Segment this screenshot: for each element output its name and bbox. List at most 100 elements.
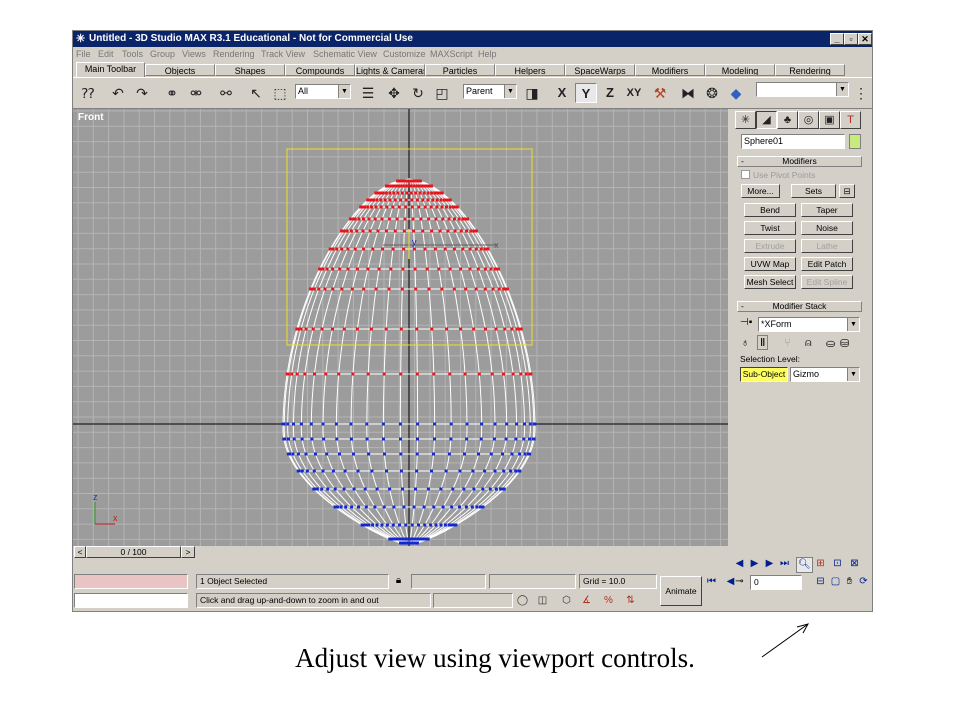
pivot-center-icon[interactable]: ◨	[521, 83, 543, 103]
coord-system-dropdown[interactable]: Parent ▼	[463, 84, 517, 99]
maximize-button[interactable]: ▫	[844, 33, 858, 45]
bend-button[interactable]: Bend	[744, 203, 796, 217]
edit-patch-button[interactable]: Edit Patch	[801, 257, 853, 271]
frame-prev-icon[interactable]: ◀	[732, 557, 747, 571]
unlink-icon[interactable]: ⚮	[185, 83, 207, 103]
tab-helpers[interactable]: Helpers	[495, 64, 565, 76]
maxscript-listener-field[interactable]	[74, 574, 188, 589]
move-icon[interactable]: ✥	[383, 83, 405, 103]
percent-snap-icon[interactable]: %	[601, 594, 616, 608]
tab-lights-cameras[interactable]: Lights & Cameras	[355, 64, 425, 76]
spinner-snap-icon[interactable]: ⇅	[623, 594, 638, 608]
time-slider[interactable]: < 0 / 100 >	[73, 546, 728, 558]
coord-x-field[interactable]	[411, 574, 486, 589]
modifiers-rollout-header[interactable]: - Modifiers	[737, 156, 862, 167]
motion-tab-icon[interactable]: ◎	[798, 111, 819, 129]
close-button[interactable]: ✕	[858, 33, 872, 45]
coord-y-field[interactable]	[489, 574, 576, 589]
bind-spacewarp-icon[interactable]: ⚯	[215, 83, 237, 103]
select-object-icon[interactable]: ↖	[245, 83, 267, 103]
tab-shapes[interactable]: Shapes	[215, 64, 285, 76]
taper-button[interactable]: Taper	[801, 203, 853, 217]
undo-icon[interactable]: ↶	[107, 83, 129, 103]
angle-snap-icon[interactable]: ∡	[579, 594, 594, 608]
menu-views[interactable]: Views	[182, 47, 206, 61]
active-inactive-icon[interactable]: ♁	[741, 337, 749, 349]
help-icon[interactable]: ⁇	[77, 83, 99, 103]
edit-spline-button[interactable]: Edit Spline	[801, 275, 853, 289]
twist-button[interactable]: Twist	[744, 221, 796, 235]
make-unique-icon[interactable]: ⑂	[784, 337, 791, 349]
snap-toggle-icon[interactable]: ⬡	[559, 594, 574, 608]
pin-stack-icon[interactable]: ⊣▪	[740, 317, 752, 328]
show-end-result-icon[interactable]: Ⅱ	[757, 335, 769, 350]
scale-icon[interactable]: ◰	[431, 83, 453, 103]
window-crossing-icon[interactable]: ◫	[535, 594, 550, 608]
redo-icon[interactable]: ↷	[131, 83, 153, 103]
object-color-swatch[interactable]	[849, 134, 861, 149]
minimize-button[interactable]: _	[830, 33, 844, 45]
mesh-select-button[interactable]: Mesh Select	[744, 275, 796, 289]
mirror-icon[interactable]: ⧓	[677, 83, 699, 103]
select-by-name-icon[interactable]: ☰	[357, 83, 379, 103]
edit-stack-icon[interactable]: ⛁	[840, 337, 849, 350]
key-mode-icon[interactable]: ⊸	[732, 575, 747, 589]
viewport-label[interactable]: Front	[78, 112, 104, 123]
time-next-button[interactable]: >	[181, 546, 195, 558]
restrict-z-button[interactable]: Z	[599, 83, 621, 103]
tab-objects[interactable]: Objects	[145, 64, 215, 76]
menu-tools[interactable]: Tools	[122, 47, 143, 61]
uvw-map-button[interactable]: UVW Map	[744, 257, 796, 271]
zoom-extents-icon[interactable]: ⊡	[830, 557, 845, 571]
arc-rotate-icon[interactable]: ⟳	[856, 575, 871, 589]
remove-modifier-icon[interactable]: ⍝	[805, 337, 812, 350]
select-link-icon[interactable]: ⚭	[161, 83, 183, 103]
sub-object-button[interactable]: Sub-Object	[740, 367, 788, 382]
create-tab-icon[interactable]: ✳	[735, 111, 756, 129]
trash-icon[interactable]: ⛀	[826, 337, 835, 350]
object-name-field[interactable]: Sphere01	[741, 134, 845, 149]
restrict-y-button[interactable]: Y	[575, 83, 597, 103]
selection-filter-dropdown[interactable]: All ▼	[295, 84, 351, 99]
lock-selection-icon[interactable]: 🔒︎	[391, 574, 406, 588]
menu-file[interactable]: File	[76, 47, 91, 61]
display-tab-icon[interactable]: ▣	[819, 111, 840, 129]
use-pivot-points-checkbox[interactable]: Use Pivot Points	[741, 170, 815, 180]
named-selection-dropdown[interactable]: ▼	[756, 82, 849, 97]
extrude-button[interactable]: Extrude	[744, 239, 796, 253]
menu-maxscript[interactable]: MAXScript	[430, 47, 473, 61]
next-frame-icon[interactable]: ▶	[762, 557, 777, 571]
pan-icon[interactable]: ✋︎	[842, 575, 857, 589]
noise-button[interactable]: Noise	[801, 221, 853, 235]
menu-schematic-view[interactable]: Schematic View	[313, 47, 377, 61]
track-view-icon[interactable]: ⋮	[851, 83, 871, 103]
utilities-tab-icon[interactable]: T	[840, 111, 861, 129]
menu-customize[interactable]: Customize	[383, 47, 426, 61]
tab-main-toolbar[interactable]: Main Toolbar	[76, 62, 145, 77]
hierarchy-tab-icon[interactable]: ♣	[777, 111, 798, 129]
rotate-icon[interactable]: ↻	[407, 83, 429, 103]
tab-compounds[interactable]: Compounds	[285, 64, 355, 76]
more-button[interactable]: More...	[741, 184, 780, 198]
play-icon[interactable]: ▶	[747, 557, 762, 571]
animate-button[interactable]: Animate	[660, 576, 702, 606]
menu-rendering[interactable]: Rendering	[213, 47, 255, 61]
modify-tab-icon[interactable]: ◢	[756, 111, 777, 129]
align-icon[interactable]: ◆	[725, 83, 747, 103]
menu-group[interactable]: Group	[150, 47, 175, 61]
sets-button[interactable]: Sets	[791, 184, 836, 198]
selection-level-dropdown[interactable]: Gizmo ▼	[790, 367, 860, 382]
go-to-end-icon[interactable]: ⏭	[777, 557, 792, 571]
menu-track-view[interactable]: Track View	[261, 47, 305, 61]
modifier-stack-rollout-header[interactable]: - Modifier Stack	[737, 301, 862, 312]
menu-help[interactable]: Help	[478, 47, 497, 61]
front-viewport[interactable]: x y z x Front	[73, 109, 728, 546]
degradation-override-icon[interactable]: ◯	[515, 594, 530, 608]
region-zoom-icon[interactable]: ⊟	[813, 575, 828, 589]
inverse-kinematics-icon[interactable]: ⚒	[649, 83, 671, 103]
modifier-stack-dropdown[interactable]: *XForm ▼	[758, 317, 860, 332]
zoom-all-icon[interactable]: ⊞	[813, 557, 828, 571]
zoom-icon[interactable]: 🔍︎	[796, 557, 813, 573]
zoom-extents-all-icon[interactable]: ⊠	[847, 557, 862, 571]
tab-modifiers[interactable]: Modifiers	[635, 64, 705, 76]
